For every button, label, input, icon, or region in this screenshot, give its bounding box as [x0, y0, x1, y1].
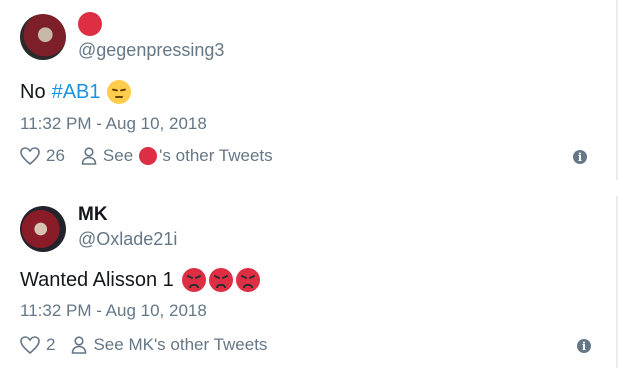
hashtag-link[interactable]: #AB1	[52, 81, 101, 104]
pouting-face-icon	[235, 268, 260, 292]
person-icon	[71, 336, 87, 354]
avatar[interactable]	[20, 14, 66, 60]
display-name[interactable]: MK	[78, 204, 108, 226]
tweet-timestamp[interactable]: 11:32 PM - Aug 10, 2018	[20, 114, 207, 134]
tweet-text-body: Wanted Alisson 1	[20, 268, 174, 291]
tweet-actions: 26 See 's other Tweets	[20, 146, 273, 166]
tweet-text: No #AB1	[20, 80, 131, 104]
info-icon[interactable]: i	[577, 339, 591, 353]
tweet-card: MK @Oxlade21i Wanted Alisson 1 11:32 PM …	[0, 196, 618, 368]
user-handle[interactable]: @Oxlade21i	[78, 229, 177, 250]
see-other-tweets-link[interactable]: See MK's other Tweets	[93, 335, 267, 355]
see-suffix: 's other Tweets	[159, 146, 273, 165]
heart-icon[interactable]	[20, 147, 40, 165]
heart-icon[interactable]	[20, 336, 40, 354]
person-icon	[81, 147, 97, 165]
pouting-face-icon	[181, 268, 206, 292]
tweet-text-body: No	[20, 80, 46, 103]
tweet-timestamp[interactable]: 11:32 PM - Aug 10, 2018	[20, 301, 207, 321]
like-count: 2	[46, 335, 56, 354]
tweet-text: Wanted Alisson 1	[20, 268, 260, 292]
see-other-tweets-link[interactable]: See 's other Tweets	[103, 146, 273, 166]
tweet-actions: 2 See MK's other Tweets	[20, 335, 267, 355]
info-icon[interactable]: i	[573, 150, 587, 164]
see-prefix: See	[102, 146, 134, 165]
pouting-face-icon	[208, 268, 233, 292]
display-name-emoji	[139, 147, 158, 165]
pensive-face-icon	[106, 80, 131, 104]
avatar[interactable]	[20, 206, 66, 252]
user-handle[interactable]: @gegenpressing3	[78, 40, 224, 61]
display-name-emoji[interactable]	[78, 12, 102, 36]
tweet-card: @gegenpressing3 No #AB1 11:32 PM - Aug 1…	[0, 0, 618, 180]
like-count: 26	[46, 146, 65, 165]
